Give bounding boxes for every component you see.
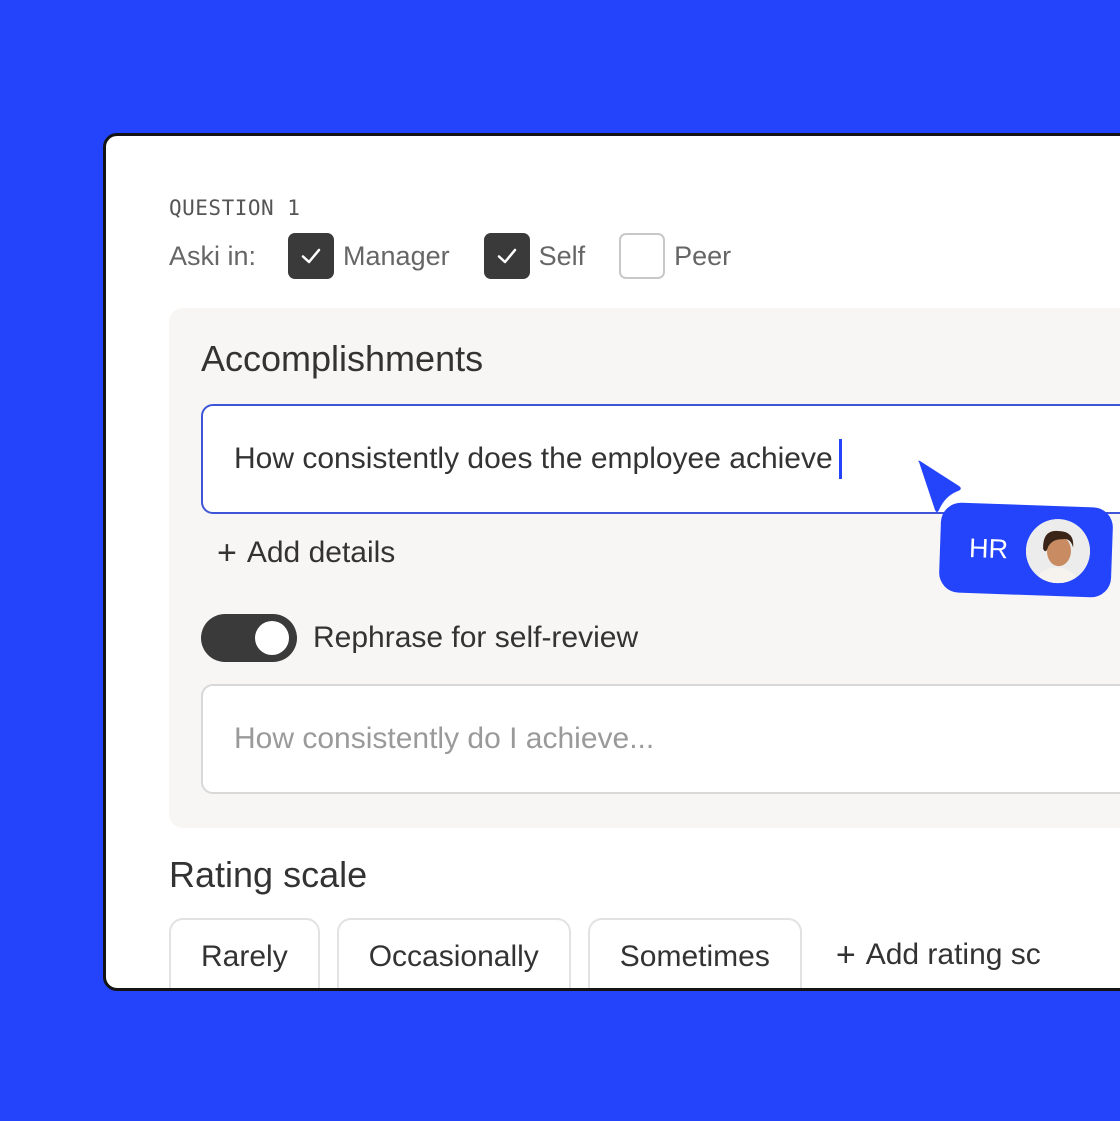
plus-icon: + bbox=[217, 534, 237, 572]
rating-scale-options: Rarely Occasionally Sometimes + Add rati… bbox=[169, 918, 1041, 988]
self-review-input[interactable]: How consistently do I achieve... bbox=[201, 684, 1120, 794]
audience-label: Peer bbox=[674, 240, 732, 271]
toggle-knob bbox=[255, 621, 289, 655]
checkbox-checked[interactable] bbox=[288, 233, 335, 279]
collaborator-badge: HR bbox=[938, 502, 1114, 598]
ask-in-label: Aski in: bbox=[169, 240, 257, 271]
audience-label: Manager bbox=[343, 240, 450, 271]
add-rating-scale-button[interactable]: + Add rating sc bbox=[819, 918, 1041, 972]
person-photo-icon bbox=[1024, 518, 1092, 585]
add-details-button[interactable]: + Add details bbox=[217, 536, 395, 570]
text-caret bbox=[838, 439, 842, 479]
audience-manager-checkbox[interactable]: Manager bbox=[288, 233, 450, 279]
rephrase-toggle[interactable] bbox=[201, 614, 297, 662]
check-icon bbox=[301, 248, 321, 264]
self-review-placeholder: How consistently do I achieve... bbox=[234, 722, 655, 755]
rating-option-occasionally[interactable]: Occasionally bbox=[336, 918, 571, 988]
question-number-label: QUESTION 1 bbox=[169, 196, 301, 220]
plus-icon: + bbox=[835, 936, 856, 974]
section-title: Accomplishments bbox=[201, 338, 484, 379]
checkbox-checked[interactable] bbox=[483, 233, 530, 279]
add-rating-label: Add rating sc bbox=[865, 938, 1041, 971]
check-icon bbox=[497, 248, 516, 264]
checkbox-unchecked[interactable] bbox=[619, 233, 666, 279]
ask-in-row: Aski in: Manager Self Peer bbox=[169, 233, 765, 279]
avatar bbox=[1024, 518, 1092, 585]
audience-label: Self bbox=[538, 240, 586, 271]
rating-scale-title: Rating scale bbox=[169, 854, 368, 895]
rephrase-toggle-row: Rephrase for self-review bbox=[201, 614, 638, 662]
audience-peer-checkbox[interactable]: Peer bbox=[619, 233, 731, 279]
rephrase-toggle-label: Rephrase for self-review bbox=[313, 621, 639, 654]
rating-option-sometimes[interactable]: Sometimes bbox=[587, 918, 802, 988]
question-text-value: How consistently does the employee achie… bbox=[234, 442, 833, 475]
audience-self-checkbox[interactable]: Self bbox=[483, 233, 586, 279]
rating-option-rarely[interactable]: Rarely bbox=[169, 918, 320, 988]
add-details-label: Add details bbox=[246, 536, 396, 569]
collaborator-label: HR bbox=[968, 532, 1009, 564]
question-text-input[interactable]: How consistently does the employee achie… bbox=[201, 404, 1120, 514]
